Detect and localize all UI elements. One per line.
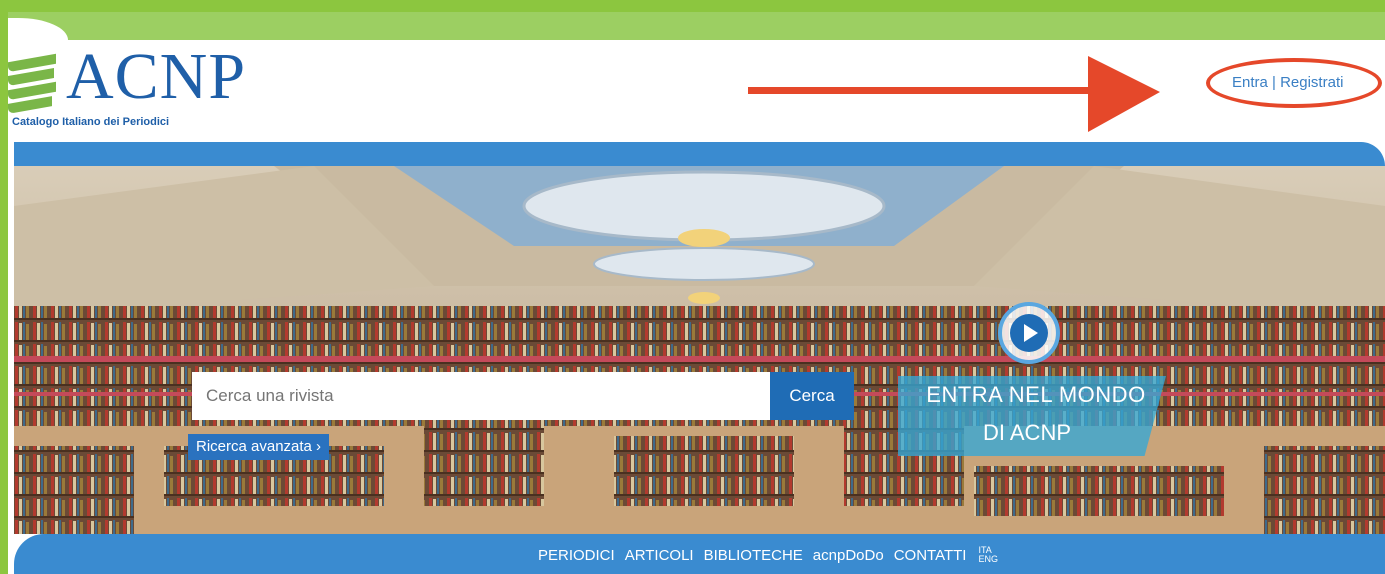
login-label: Entra | Registrati: [1232, 74, 1344, 91]
search-button[interactable]: Cerca: [770, 372, 854, 420]
nav-item-periodici[interactable]: PERIODICI: [538, 547, 615, 564]
logo-text: ACNP: [66, 40, 247, 113]
login-link[interactable]: Entra | Registrati: [1206, 58, 1384, 108]
nav-item-contatti[interactable]: CONTATTI: [894, 547, 967, 564]
play-icon: [1010, 314, 1048, 352]
nav-item-biblioteche[interactable]: BIBLIOTECHE: [704, 547, 803, 564]
nav-item-acnpdodo[interactable]: acnpDoDo: [813, 547, 884, 564]
search-input[interactable]: [192, 372, 770, 420]
language-switcher[interactable]: ITA ENG: [978, 546, 998, 564]
promo-title-line2: DI ACNP: [982, 420, 1072, 445]
main-nav: PERIODICI ARTICOLI BIBLIOTECHE acnpDoDo …: [538, 546, 998, 564]
blue-band-top: [14, 142, 1385, 166]
promo-title-line1: ENTRA NEL MONDO: [926, 382, 1146, 407]
nav-item-articoli[interactable]: ARTICOLI: [625, 547, 694, 564]
arrow-right-icon: [748, 56, 1160, 132]
lang-eng[interactable]: ENG: [978, 555, 998, 564]
logo-subtitle: Catalogo Italiano dei Periodici: [12, 116, 170, 128]
books-icon: [8, 53, 60, 116]
site-logo[interactable]: ACNP Catalogo Italiano dei Periodici: [8, 36, 248, 132]
library-hero-image: [14, 166, 1385, 534]
play-button[interactable]: [998, 302, 1060, 364]
advanced-search-link[interactable]: Ricerca avanzata ›: [188, 434, 330, 460]
